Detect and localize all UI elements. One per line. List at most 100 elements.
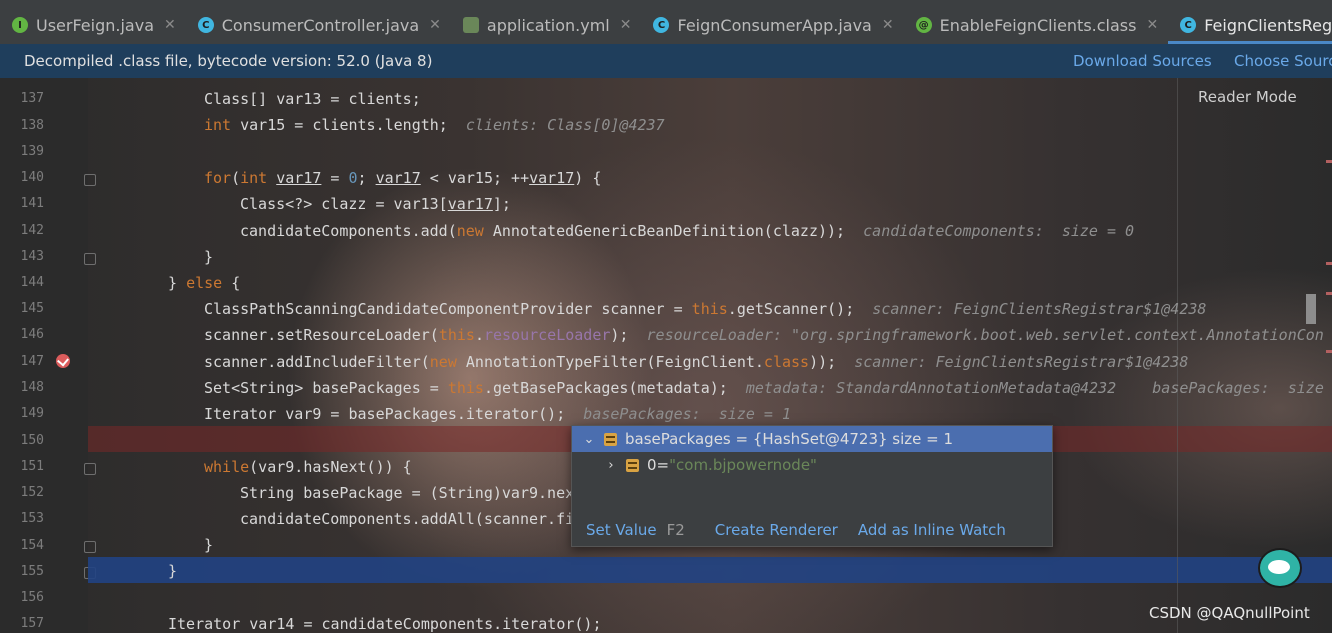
tree-node-basepackages[interactable]: ⌄ basePackages = {HashSet@4723} size = 1 (572, 426, 1052, 452)
code-line-137: Class[] var13 = clients; (204, 90, 421, 108)
error-stripe-mark[interactable] (1326, 262, 1332, 265)
inline-debug-value: resourceLoader: "org.springframework.boo… (646, 326, 1324, 344)
error-stripe-mark[interactable] (1326, 160, 1332, 163)
tab-label: UserFeign.java (36, 15, 154, 35)
inline-debug-value: scanner: FeignClientsRegistrar$1@4238 (854, 353, 1189, 371)
banner-message: Decompiled .class file, bytecode version… (24, 52, 433, 70)
popup-actions: Set Value F2 Create Renderer Add as Inli… (572, 514, 1052, 546)
code-line-144: } else { (168, 274, 241, 292)
line-number: 140 (20, 170, 44, 185)
line-number: 154 (20, 538, 44, 553)
tab-enablefeignclients[interactable]: @ EnableFeignClients.class ✕ (904, 6, 1169, 44)
line-number: 142 (20, 223, 44, 238)
inline-debug-value: candidateComponents: size = 0 (863, 222, 1135, 240)
line-number: 153 (20, 511, 44, 526)
debug-value-popup: ⌄ basePackages = {HashSet@4723} size = 1… (571, 425, 1053, 547)
line-number: 141 (20, 196, 44, 211)
tab-userfeign[interactable]: I UserFeign.java ✕ (0, 6, 186, 44)
line-number: 146 (20, 327, 44, 342)
reader-mode-button[interactable]: Reader Mode (1198, 88, 1297, 106)
line-number: 150 (20, 433, 44, 448)
tab-feignclientsregistrar[interactable]: C FeignClientsRegistrar.class ✕ (1168, 6, 1332, 44)
set-value-shortcut: F2 (666, 521, 685, 539)
close-icon[interactable]: ✕ (1146, 17, 1158, 33)
line-number: 147 (20, 354, 44, 369)
yaml-icon (462, 17, 479, 33)
download-sources-link[interactable]: Download Sources (1073, 52, 1212, 70)
close-icon[interactable]: ✕ (429, 17, 441, 33)
mascot-icon (1258, 548, 1302, 588)
code-editor[interactable]: Class[] var13 = clients; int var15 = cli… (88, 78, 1332, 633)
code-line-152: String basePackage = (String)var9.nex (240, 484, 575, 502)
close-icon[interactable]: ✕ (620, 17, 632, 33)
class-icon: C (1180, 17, 1197, 33)
chevron-down-icon[interactable]: ⌄ (580, 432, 598, 447)
line-number: 137 (20, 91, 44, 106)
node-value: "com.bjpowernode" (669, 456, 817, 474)
close-icon[interactable]: ✕ (882, 17, 894, 33)
line-number: 155 (20, 564, 44, 579)
code-line-147: scanner.addIncludeFilter(new AnnotationT… (204, 353, 1189, 371)
line-number: 151 (20, 459, 44, 474)
line-number: 156 (20, 590, 44, 605)
watermark: CSDN @QAQnullPoint (1149, 604, 1310, 622)
node-label: basePackages = {HashSet@4723} size = 1 (625, 430, 954, 448)
tree-node-element-0[interactable]: › 0 = "com.bjpowernode" (572, 452, 1052, 478)
class-icon: C (197, 17, 214, 33)
current-execution-line (88, 557, 1332, 583)
error-stripe-mark[interactable] (1326, 292, 1332, 295)
code-line-140: for(int var17 = 0; var17 < var15; ++var1… (204, 169, 602, 187)
add-inline-watch-link[interactable]: Add as Inline Watch (858, 521, 1006, 539)
inline-debug-value: basePackages: size = 1 (583, 405, 792, 423)
line-number: 144 (20, 275, 44, 290)
tab-label: FeignClientsRegistrar.class (1204, 15, 1332, 35)
line-number: 145 (20, 301, 44, 316)
tab-consumercontroller[interactable]: C ConsumerController.java ✕ (186, 6, 451, 44)
code-line-153: candidateComponents.addAll(scanner.fi (240, 510, 575, 528)
create-renderer-link[interactable]: Create Renderer (715, 521, 838, 539)
scrollbar-thumb[interactable] (1306, 294, 1316, 324)
node-eq: = (656, 456, 670, 474)
code-line-146: scanner.setResourceLoader(this.resourceL… (204, 326, 1324, 344)
code-line-149: Iterator var9 = basePackages.iterator();… (204, 405, 792, 423)
code-line-151: while(var9.hasNext()) { (204, 458, 412, 476)
line-number: 157 (20, 616, 44, 631)
set-value-link[interactable]: Set Value (586, 521, 657, 539)
variable-icon (626, 458, 639, 472)
variable-icon (604, 432, 617, 446)
choose-sources-link[interactable]: Choose Sourc (1234, 52, 1332, 70)
tab-label: application.yml (486, 15, 610, 35)
line-number: 149 (20, 406, 44, 421)
editor-tab-bar: I UserFeign.java ✕ C ConsumerController.… (0, 0, 1332, 45)
line-number: 139 (20, 144, 44, 159)
tab-application-yml[interactable]: application.yml ✕ (451, 6, 642, 44)
tab-feignconsumerapp[interactable]: C FeignConsumerApp.java ✕ (641, 6, 903, 44)
code-line-155: } (168, 562, 178, 580)
inline-debug-value: clients: Class[0]@4237 (465, 116, 665, 134)
code-line-142: candidateComponents.add(new AnnotatedGen… (240, 222, 1135, 240)
class-icon: C (653, 17, 670, 33)
chevron-right-icon[interactable]: › (602, 458, 620, 473)
line-gutter[interactable]: 137 138 139 140 141 142 143 144 145 146 … (0, 78, 96, 633)
tab-label: EnableFeignClients.class (939, 15, 1137, 35)
code-line-143: } (204, 248, 214, 266)
code-line-148: Set<String> basePackages = this.getBaseP… (204, 379, 1324, 397)
code-line-138: int var15 = clients.length; clients: Cla… (204, 116, 665, 134)
code-line-157: Iterator var14 = candidateComponents.ite… (168, 615, 602, 633)
inline-debug-value: scanner: FeignClientsRegistrar$1@4238 (872, 300, 1207, 318)
decompiled-banner: Decompiled .class file, bytecode version… (0, 44, 1332, 78)
breakpoint-icon[interactable] (56, 354, 70, 368)
annotation-icon: @ (915, 17, 932, 33)
java-class-icon: I (12, 17, 28, 33)
inline-debug-value: metadata: StandardAnnotationMetadata@423… (745, 379, 1324, 397)
close-icon[interactable]: ✕ (164, 17, 176, 33)
node-index: 0 (647, 456, 657, 474)
code-line-145: ClassPathScanningCandidateComponentProvi… (204, 300, 1207, 318)
line-number: 152 (20, 485, 44, 500)
line-number: 143 (20, 249, 44, 264)
line-number: 138 (20, 118, 44, 133)
tab-label: ConsumerController.java (221, 15, 420, 35)
tab-label: FeignConsumerApp.java (677, 15, 872, 35)
error-stripe-mark[interactable] (1326, 350, 1332, 353)
code-line-141: Class<?> clazz = var13[var17]; (240, 195, 511, 213)
